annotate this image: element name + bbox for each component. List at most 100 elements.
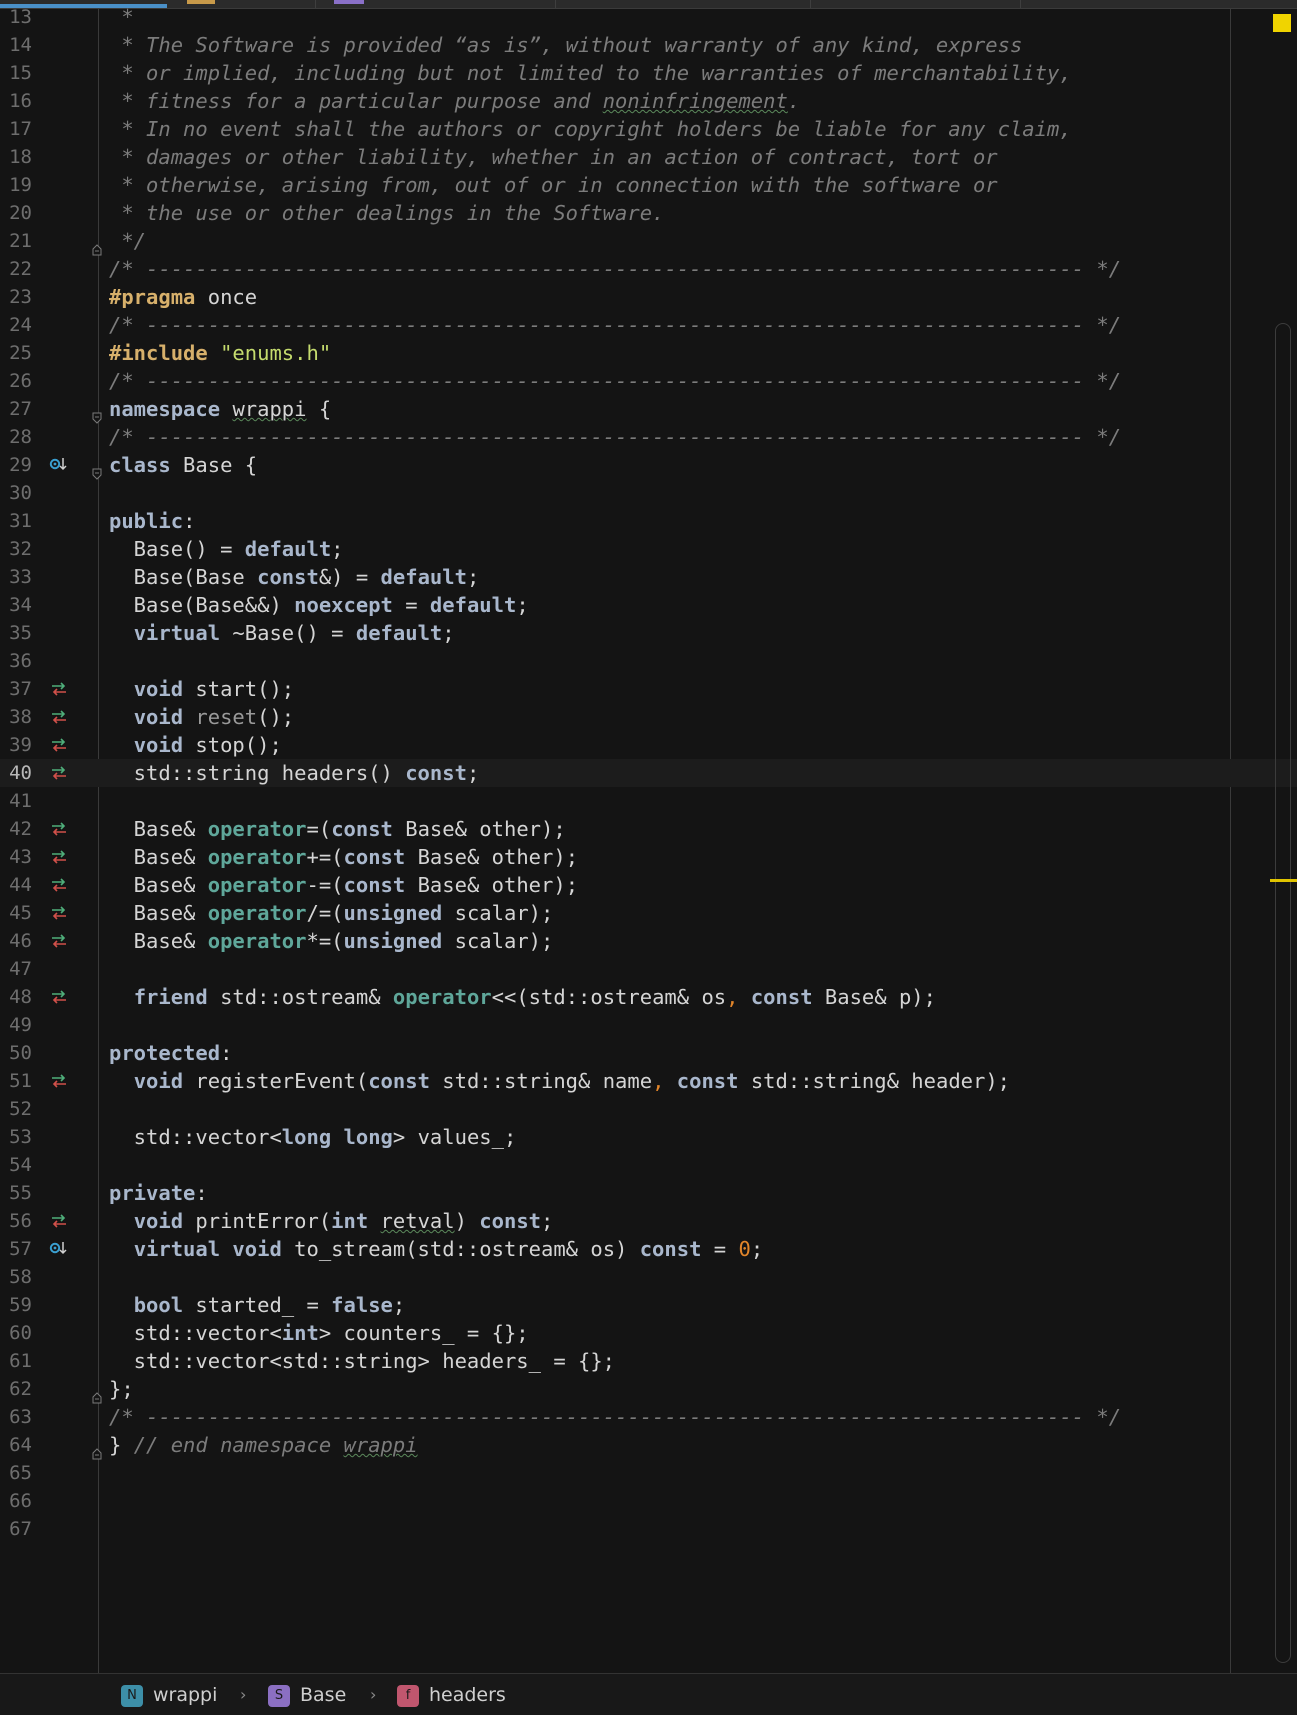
- code-text[interactable]: class Base {: [109, 451, 257, 479]
- go-to-implementation-icon[interactable]: [49, 1067, 69, 1095]
- code-line[interactable]: 37 void start();: [0, 675, 1297, 703]
- code-text[interactable]: * The Software is provided “as is”, with…: [109, 31, 1022, 59]
- scrollbar-warning-marker[interactable]: [1270, 879, 1297, 882]
- line-number[interactable]: 56: [0, 1207, 32, 1235]
- line-number[interactable]: 59: [0, 1291, 32, 1319]
- code-text[interactable]: std::string headers() const;: [109, 759, 480, 787]
- line-number[interactable]: 48: [0, 983, 32, 1011]
- code-text[interactable]: Base(Base const&) = default;: [109, 563, 480, 591]
- code-text[interactable]: * damages or other liability, whether in…: [109, 143, 997, 171]
- fold-end-icon[interactable]: [92, 1439, 102, 1460]
- code-text[interactable]: * otherwise, arising from, out of or in …: [109, 171, 997, 199]
- code-line[interactable]: 22 /* -----------------------------------…: [0, 255, 1297, 283]
- code-line[interactable]: 25 #include "enums.h": [0, 339, 1297, 367]
- line-number[interactable]: 34: [0, 591, 32, 619]
- line-number[interactable]: 17: [0, 115, 32, 143]
- code-line[interactable]: 40 std::string headers() const;: [0, 759, 1297, 787]
- code-line[interactable]: 50 protected:: [0, 1039, 1297, 1067]
- code-line[interactable]: 42 Base& operator=(const Base& other);: [0, 815, 1297, 843]
- code-line[interactable]: 58: [0, 1263, 1297, 1291]
- code-text[interactable]: /* -------------------------------------…: [109, 255, 1121, 283]
- code-line[interactable]: 13 *: [0, 3, 1297, 31]
- code-text[interactable]: void reset();: [109, 703, 294, 731]
- code-line[interactable]: 18 * damages or other liability, whether…: [0, 143, 1297, 171]
- line-number[interactable]: 15: [0, 59, 32, 87]
- overridden-method-icon[interactable]: [49, 451, 69, 479]
- code-text[interactable]: Base(Base&&) noexcept = default;: [109, 591, 529, 619]
- line-number[interactable]: 54: [0, 1151, 32, 1179]
- line-number[interactable]: 16: [0, 87, 32, 115]
- code-text[interactable]: * In no event shall the authors or copyr…: [109, 115, 1071, 143]
- go-to-implementation-icon[interactable]: [49, 703, 69, 731]
- line-number[interactable]: 65: [0, 1459, 32, 1487]
- code-text[interactable]: Base() = default;: [109, 535, 344, 563]
- code-line[interactable]: 45 Base& operator/=(unsigned scalar);: [0, 899, 1297, 927]
- code-text[interactable]: /* -------------------------------------…: [109, 1403, 1121, 1431]
- line-number[interactable]: 18: [0, 143, 32, 171]
- line-number[interactable]: 31: [0, 507, 32, 535]
- go-to-implementation-icon[interactable]: [49, 731, 69, 759]
- code-text[interactable]: /* -------------------------------------…: [109, 423, 1121, 451]
- fold-expanded-icon[interactable]: [92, 403, 102, 424]
- warning-indicator-icon[interactable]: [1273, 14, 1291, 32]
- code-line[interactable]: 30: [0, 479, 1297, 507]
- go-to-implementation-icon[interactable]: [49, 675, 69, 703]
- code-text[interactable]: /* -------------------------------------…: [109, 311, 1121, 339]
- code-text[interactable]: void registerEvent(const std::string& na…: [109, 1067, 1010, 1095]
- code-text[interactable]: #pragma once: [109, 283, 257, 311]
- code-line[interactable]: 35 virtual ~Base() = default;: [0, 619, 1297, 647]
- code-line[interactable]: 17 * In no event shall the authors or co…: [0, 115, 1297, 143]
- code-line[interactable]: 55 private:: [0, 1179, 1297, 1207]
- go-to-implementation-icon[interactable]: [49, 871, 69, 899]
- line-number[interactable]: 29: [0, 451, 32, 479]
- code-text[interactable]: * fitness for a particular purpose and n…: [109, 87, 800, 115]
- fold-expanded-icon[interactable]: [92, 459, 102, 480]
- line-number[interactable]: 41: [0, 787, 32, 815]
- code-line[interactable]: 41: [0, 787, 1297, 815]
- line-number[interactable]: 35: [0, 619, 32, 647]
- code-line[interactable]: 51 void registerEvent(const std::string&…: [0, 1067, 1297, 1095]
- line-number[interactable]: 55: [0, 1179, 32, 1207]
- code-line[interactable]: 14 * The Software is provided “as is”, w…: [0, 31, 1297, 59]
- code-line[interactable]: 44 Base& operator-=(const Base& other);: [0, 871, 1297, 899]
- code-text[interactable]: protected:: [109, 1039, 232, 1067]
- code-text[interactable]: void start();: [109, 675, 294, 703]
- line-number[interactable]: 40: [0, 759, 32, 787]
- line-number[interactable]: 22: [0, 255, 32, 283]
- code-line[interactable]: 31 public:: [0, 507, 1297, 535]
- code-line[interactable]: 39 void stop();: [0, 731, 1297, 759]
- code-text[interactable]: std::vector<std::string> headers_ = {};: [109, 1347, 615, 1375]
- code-line[interactable]: 43 Base& operator+=(const Base& other);: [0, 843, 1297, 871]
- code-line[interactable]: 47: [0, 955, 1297, 983]
- breadcrumb-item-struct[interactable]: S Base: [268, 1683, 346, 1707]
- code-line[interactable]: 53 std::vector<long long> values_;: [0, 1123, 1297, 1151]
- line-number[interactable]: 45: [0, 899, 32, 927]
- code-text[interactable]: virtual ~Base() = default;: [109, 619, 455, 647]
- line-number[interactable]: 24: [0, 311, 32, 339]
- line-number[interactable]: 42: [0, 815, 32, 843]
- go-to-implementation-icon[interactable]: [49, 843, 69, 871]
- code-text[interactable]: void printError(int retval) const;: [109, 1207, 554, 1235]
- breadcrumb-item-function[interactable]: f headers: [397, 1683, 506, 1707]
- code-text[interactable]: * the use or other dealings in the Softw…: [109, 199, 664, 227]
- line-number[interactable]: 25: [0, 339, 32, 367]
- code-line[interactable]: 48 friend std::ostream& operator<<(std::…: [0, 983, 1297, 1011]
- go-to-implementation-icon[interactable]: [49, 1207, 69, 1235]
- line-number[interactable]: 27: [0, 395, 32, 423]
- code-line[interactable]: 56 void printError(int retval) const;: [0, 1207, 1297, 1235]
- code-text[interactable]: public:: [109, 507, 195, 535]
- line-number[interactable]: 66: [0, 1487, 32, 1515]
- code-line[interactable]: 28 /* -----------------------------------…: [0, 423, 1297, 451]
- code-text[interactable]: */: [109, 227, 146, 255]
- line-number[interactable]: 39: [0, 731, 32, 759]
- line-number[interactable]: 67: [0, 1515, 32, 1543]
- code-text[interactable]: Base& operator+=(const Base& other);: [109, 843, 578, 871]
- line-number[interactable]: 37: [0, 675, 32, 703]
- line-number[interactable]: 64: [0, 1431, 32, 1459]
- code-line[interactable]: 15 * or implied, including but not limit…: [0, 59, 1297, 87]
- line-number[interactable]: 21: [0, 227, 32, 255]
- line-number[interactable]: 13: [0, 3, 32, 31]
- code-line[interactable]: 21 */: [0, 227, 1297, 256]
- overridden-method-icon[interactable]: [49, 1235, 69, 1263]
- code-line[interactable]: 66: [0, 1487, 1297, 1515]
